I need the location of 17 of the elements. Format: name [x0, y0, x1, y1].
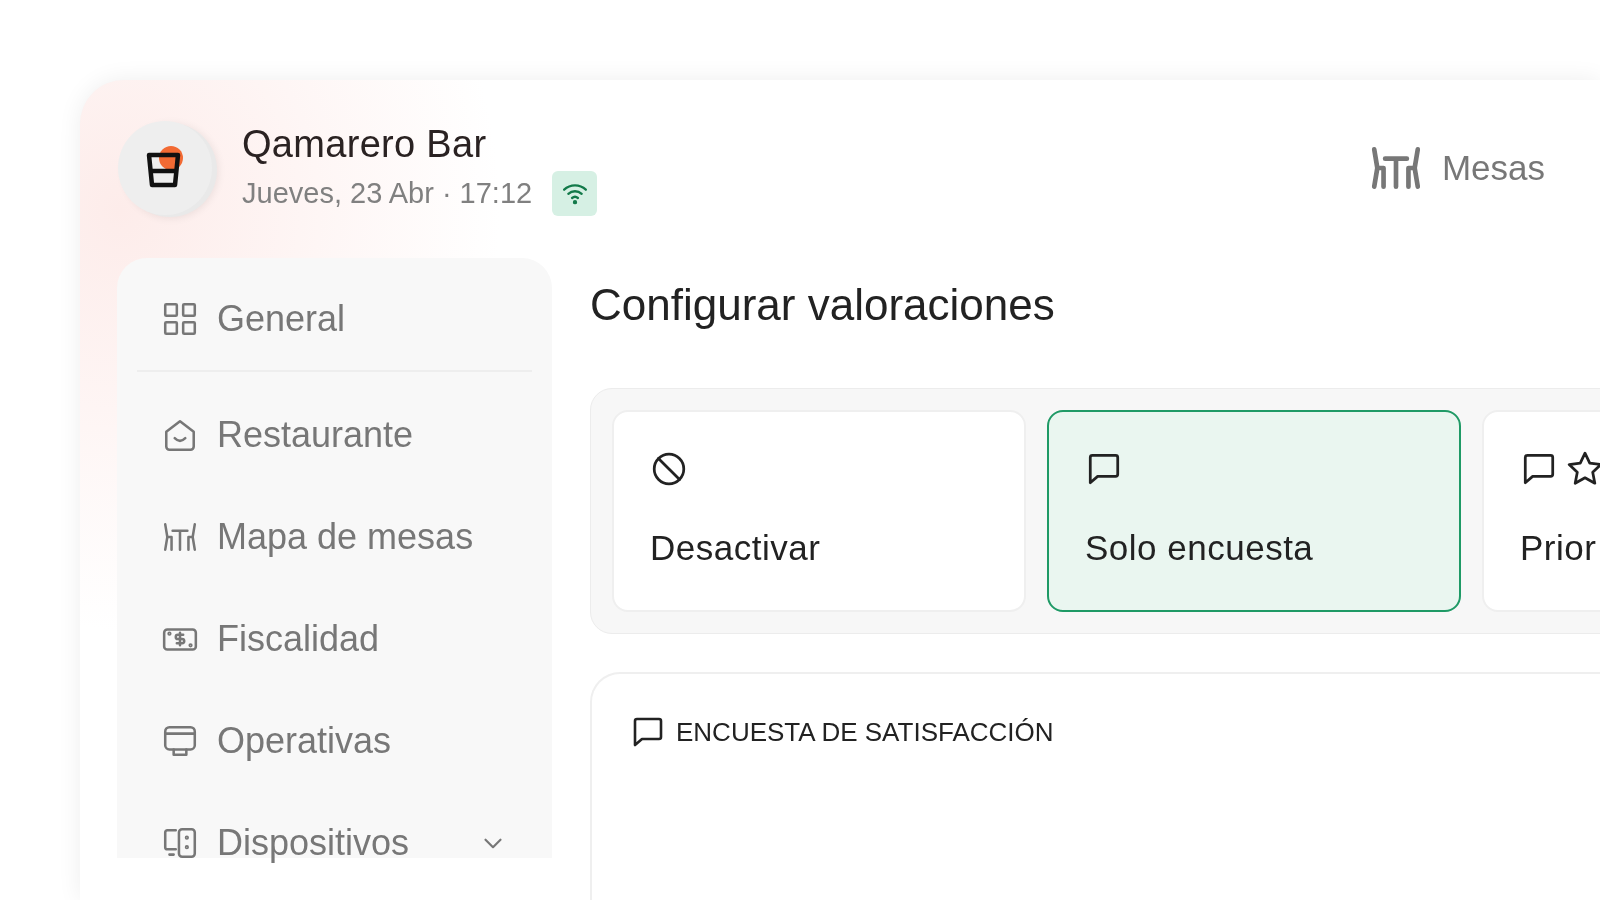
page-title: Configurar valoraciones: [590, 279, 1056, 331]
sidebar-item[interactable]: Dispositivos: [117, 792, 552, 894]
sidebar-item[interactable]: Fiscalidad: [117, 588, 552, 690]
grid-icon: [161, 300, 199, 338]
sidebar-item[interactable]: Restaurante: [117, 384, 552, 486]
venue-title: Qamarero Bar: [242, 121, 488, 167]
sidebar-item[interactable]: Mapa de mesas: [117, 486, 552, 588]
option-card[interactable]: Desactivar: [612, 410, 1026, 612]
star-icon: [1566, 450, 1600, 488]
sidebar-item[interactable]: General: [117, 268, 552, 370]
option-card[interactable]: Prior: [1482, 410, 1600, 612]
tables-button[interactable]: Mesas: [1367, 140, 1545, 196]
prohibited-icon: [650, 450, 688, 488]
sidebar-item[interactable]: Operativas: [117, 690, 552, 792]
date-time: Jueves, 23 Abr · 17:12: [242, 176, 533, 210]
option-card[interactable]: Solo encuesta: [1047, 410, 1461, 612]
section-title: ENCUESTA DE SATISFACCIÓN: [676, 716, 1054, 748]
